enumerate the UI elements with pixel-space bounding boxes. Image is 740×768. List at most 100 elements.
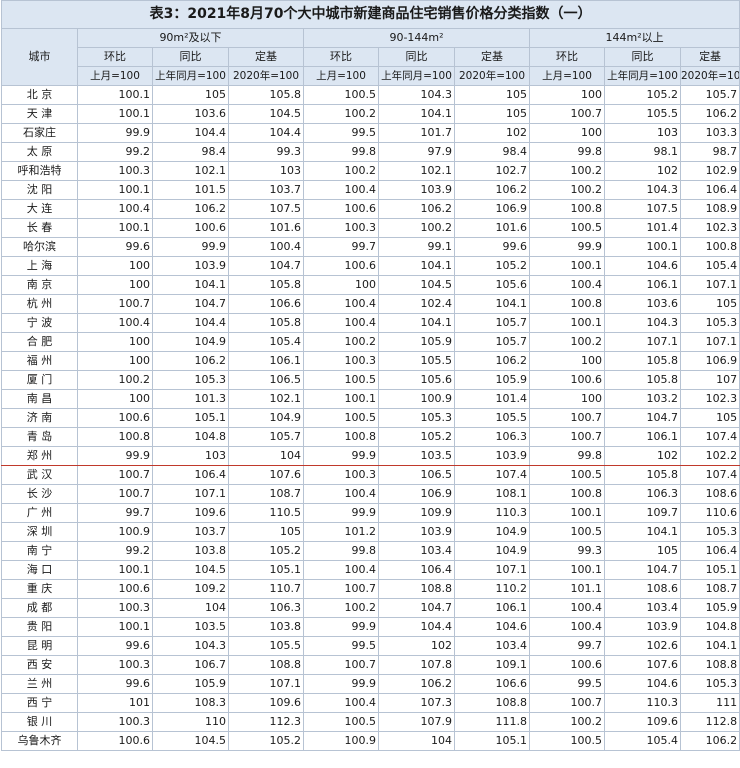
cell-medium-yoy: 104 [378, 731, 455, 751]
cell-large-yoy: 103.4 [604, 598, 681, 618]
cell-large-mom: 100.6 [529, 655, 605, 675]
cell-small-base: 102.1 [228, 389, 304, 409]
cell-city: 西 安 [1, 655, 78, 675]
table-row: 成 都 100.3 104 106.3 100.2 104.7 106.1 100.4 103.… [1, 598, 740, 618]
cell-city: 哈尔滨 [1, 237, 78, 257]
cell-small-base: 101.6 [228, 218, 304, 238]
cell-small-mom: 99.9 [77, 446, 153, 466]
cell-city: 海 口 [1, 560, 78, 580]
cell-large-yoy: 103.2 [604, 389, 681, 409]
cell-large-mom: 100.8 [529, 484, 605, 504]
cell-medium-yoy: 106.4 [378, 560, 455, 580]
cell-small-yoy: 104 [152, 598, 229, 618]
col-header-base: 定基 [679, 47, 740, 67]
cell-medium-mom: 100.3 [303, 218, 379, 238]
cell-small-mom: 99.6 [77, 674, 153, 694]
cell-medium-mom: 100.9 [303, 731, 379, 751]
cell-large-yoy: 103.6 [604, 294, 681, 314]
cell-medium-mom: 100.2 [303, 598, 379, 618]
cell-medium-mom: 100.5 [303, 370, 379, 390]
cell-small-mom: 100.3 [77, 598, 153, 618]
cell-large-base: 102.3 [679, 389, 740, 409]
cell-medium-yoy: 102 [378, 636, 455, 656]
cell-small-yoy: 103.8 [152, 541, 229, 561]
cell-medium-base: 104.1 [454, 294, 530, 314]
cell-city: 重 庆 [1, 579, 78, 599]
cell-large-base: 105.3 [679, 674, 740, 694]
cell-large-yoy: 107.5 [604, 199, 681, 219]
cell-medium-base: 105 [454, 85, 530, 105]
cell-city: 西 宁 [1, 693, 78, 713]
cell-city: 南 宁 [1, 541, 78, 561]
cell-small-base: 108.8 [228, 655, 304, 675]
cell-small-mom: 100.1 [77, 560, 153, 580]
cell-large-yoy: 103 [604, 123, 681, 143]
cell-large-mom: 100.1 [529, 503, 605, 523]
table-row: 哈尔滨 99.6 99.9 100.4 99.7 99.1 99.6 99.9 100.1 100… [1, 237, 740, 257]
table-row: 南 宁 99.2 103.8 105.2 99.8 103.4 104.9 99.3 105 10… [1, 541, 740, 561]
cell-small-mom: 100.2 [77, 370, 153, 390]
cell-medium-yoy: 103.5 [378, 446, 455, 466]
cell-large-base: 102.9 [679, 161, 740, 181]
table-row: 天 津 100.1 103.6 104.5 100.2 104.1 105 100.7 105.… [1, 104, 740, 124]
cell-small-yoy: 110 [152, 712, 229, 732]
cell-medium-yoy: 105.2 [378, 427, 455, 447]
table-row: 宁 波 100.4 104.4 105.8 100.4 104.1 105.7 100.1 10… [1, 313, 740, 333]
cell-medium-mom: 100.3 [303, 351, 379, 371]
cell-medium-yoy: 101.7 [378, 123, 455, 143]
cell-medium-base: 108.8 [454, 693, 530, 713]
cell-small-yoy: 104.4 [152, 123, 229, 143]
cell-medium-base: 104.6 [454, 617, 530, 637]
cell-large-base: 105.9 [679, 598, 740, 618]
cell-medium-mom: 100.4 [303, 560, 379, 580]
cell-medium-base: 110.2 [454, 579, 530, 599]
cell-large-yoy: 102 [604, 161, 681, 181]
cell-medium-yoy: 104.1 [378, 104, 455, 124]
base-header-last-year: 上年同月=100 [152, 66, 229, 86]
cell-medium-base: 106.9 [454, 199, 530, 219]
table-row: 沈 阳 100.1 101.5 103.7 100.4 103.9 106.2 100.2 10… [1, 180, 740, 200]
cell-large-mom: 100.8 [529, 294, 605, 314]
cell-large-base: 104.8 [679, 617, 740, 637]
cell-large-yoy: 108.6 [604, 579, 681, 599]
cell-medium-base: 106.2 [454, 180, 530, 200]
cell-large-mom: 99.3 [529, 541, 605, 561]
cell-large-base: 105.3 [679, 313, 740, 333]
cell-small-base: 105.5 [228, 636, 304, 656]
cell-large-yoy: 107.6 [604, 655, 681, 675]
cell-medium-base: 98.4 [454, 142, 530, 162]
table-row: 贵 阳 100.1 103.5 103.8 99.9 104.4 104.6 100.4 103… [1, 617, 740, 637]
cell-small-yoy: 104.3 [152, 636, 229, 656]
cell-small-mom: 100 [77, 389, 153, 409]
cell-small-yoy: 106.2 [152, 351, 229, 371]
cell-medium-yoy: 107.9 [378, 712, 455, 732]
cell-small-yoy: 104.5 [152, 560, 229, 580]
cell-small-yoy: 103.9 [152, 256, 229, 276]
cell-small-mom: 100.1 [77, 617, 153, 637]
cell-medium-mom: 100.8 [303, 427, 379, 447]
cell-large-yoy: 104.6 [604, 256, 681, 276]
cell-small-base: 106.6 [228, 294, 304, 314]
cell-large-mom: 99.8 [529, 446, 605, 466]
table-row: 深 圳 100.9 103.7 105 101.2 103.9 104.9 100.5 104.… [1, 522, 740, 542]
cell-medium-base: 106.1 [454, 598, 530, 618]
cell-medium-yoy: 109.9 [378, 503, 455, 523]
cell-medium-base: 105.1 [454, 731, 530, 751]
cell-small-yoy: 98.4 [152, 142, 229, 162]
cell-medium-mom: 99.9 [303, 617, 379, 637]
cell-medium-base: 108.1 [454, 484, 530, 504]
cell-small-mom: 100.3 [77, 712, 153, 732]
cell-large-mom: 100 [529, 351, 605, 371]
cell-large-yoy: 104.7 [604, 560, 681, 580]
table-row: 北 京 100.1 105 105.8 100.5 104.3 105 100 105.2 105… [1, 85, 740, 105]
table-row: 银 川 100.3 110 112.3 100.5 107.9 111.8 100.2 109.… [1, 712, 740, 732]
cell-small-yoy: 104.8 [152, 427, 229, 447]
cell-medium-base: 105.2 [454, 256, 530, 276]
cell-large-yoy: 105.8 [604, 351, 681, 371]
cell-small-mom: 100 [77, 256, 153, 276]
cell-medium-mom: 100.2 [303, 104, 379, 124]
cell-medium-yoy: 104.1 [378, 256, 455, 276]
cell-medium-mom: 99.5 [303, 636, 379, 656]
cell-small-base: 104.4 [228, 123, 304, 143]
cell-small-yoy: 103 [152, 446, 229, 466]
